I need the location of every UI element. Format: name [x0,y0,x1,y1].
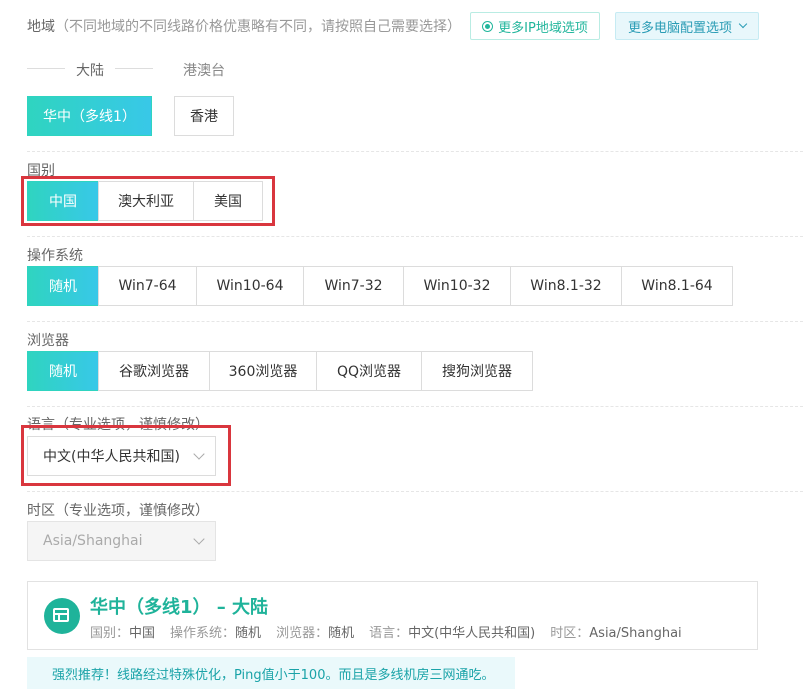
browser-option-qq[interactable]: QQ浏览器 [316,351,422,391]
annotation-box-language [21,425,231,486]
divider [27,491,803,492]
os-option-win81-32[interactable]: Win8.1-32 [510,266,622,306]
eye-icon [482,20,494,32]
region-option-hongkong[interactable]: 香港 [174,96,234,136]
os-option-win7-64[interactable]: Win7-64 [98,266,197,306]
more-config-button[interactable]: 更多电脑配置选项 [615,12,759,40]
timezone-select[interactable]: Asia/Shanghai [27,521,216,561]
divider [27,406,803,407]
recommendation-tip: 强烈推荐！线路经过特殊优化，Ping值小于100。而且是多线机房三网通吃。 [27,657,515,689]
summary-title: 华中（多线1） – 大陆 [90,597,269,618]
summary-language-value: 中文(中华人民共和国) [408,626,536,641]
timezone-value: Asia/Shanghai [43,533,143,549]
region-hint: （不同地域的不同线路价格优惠略有不同，请按照自己需要选择） [55,19,461,35]
timezone-label: 时区（专业选项，谨慎修改） [27,503,209,519]
os-label: 操作系统 [27,248,83,264]
browser-option-random[interactable]: 随机 [27,351,99,391]
os-option-random[interactable]: 随机 [27,266,99,306]
os-selector: 随机 Win7-64 Win10-64 Win7-32 Win10-32 Win… [27,266,733,306]
summary-browser-value: 随机 [328,626,355,641]
summary-country-value: 中国 [129,626,156,641]
summary-details: 国别：中国 操作系统：随机 浏览器：随机 语言：中文(中华人民共和国) 时区：Asia/… [90,622,682,641]
tab-line-right [115,68,153,69]
divider [27,151,803,152]
more-config-label: 更多电脑配置选项 [627,20,732,36]
summary-os-value: 随机 [235,626,262,641]
more-ip-region-button[interactable]: 更多IP地域选项 [470,12,600,40]
browser-selector: 随机 谷歌浏览器 360浏览器 QQ浏览器 搜狗浏览器 [27,351,533,391]
server-icon [44,598,80,634]
summary-browser-label: 浏览器： [276,626,329,641]
os-option-win81-64[interactable]: Win8.1-64 [621,266,733,306]
summary-card: 华中（多线1） – 大陆 国别：中国 操作系统：随机 浏览器：随机 语言：中文(中华人… [27,581,758,650]
tab-line-left [27,68,65,69]
summary-language-label: 语言： [369,626,409,641]
tab-hk-macau-taiwan[interactable]: 港澳台 [183,60,225,80]
browser-option-sogou[interactable]: 搜狗浏览器 [421,351,533,391]
browser-option-360[interactable]: 360浏览器 [209,351,317,391]
divider [27,236,803,237]
more-ip-region-label: 更多IP地域选项 [498,20,588,36]
region-label: 地域（不同地域的不同线路价格优惠略有不同，请按照自己需要选择） [27,16,461,36]
os-option-win10-64[interactable]: Win10-64 [196,266,304,306]
summary-os-label: 操作系统： [170,626,236,641]
browser-label: 浏览器 [27,333,69,349]
annotation-box-country [21,176,275,226]
region-option-huazhong[interactable]: 华中（多线1） [27,96,152,136]
chevron-down-icon [193,533,205,545]
tab-mainland[interactable]: 大陆 [76,60,104,80]
summary-timezone-value: Asia/Shanghai [589,626,682,641]
summary-timezone-label: 时区： [550,626,590,641]
os-option-win7-32[interactable]: Win7-32 [303,266,404,306]
divider [27,321,803,322]
browser-option-chrome[interactable]: 谷歌浏览器 [98,351,210,391]
summary-country-label: 国别： [90,626,130,641]
region-label-text: 地域 [27,19,55,35]
os-option-win10-32[interactable]: Win10-32 [403,266,511,306]
chevron-down-icon [738,19,748,29]
